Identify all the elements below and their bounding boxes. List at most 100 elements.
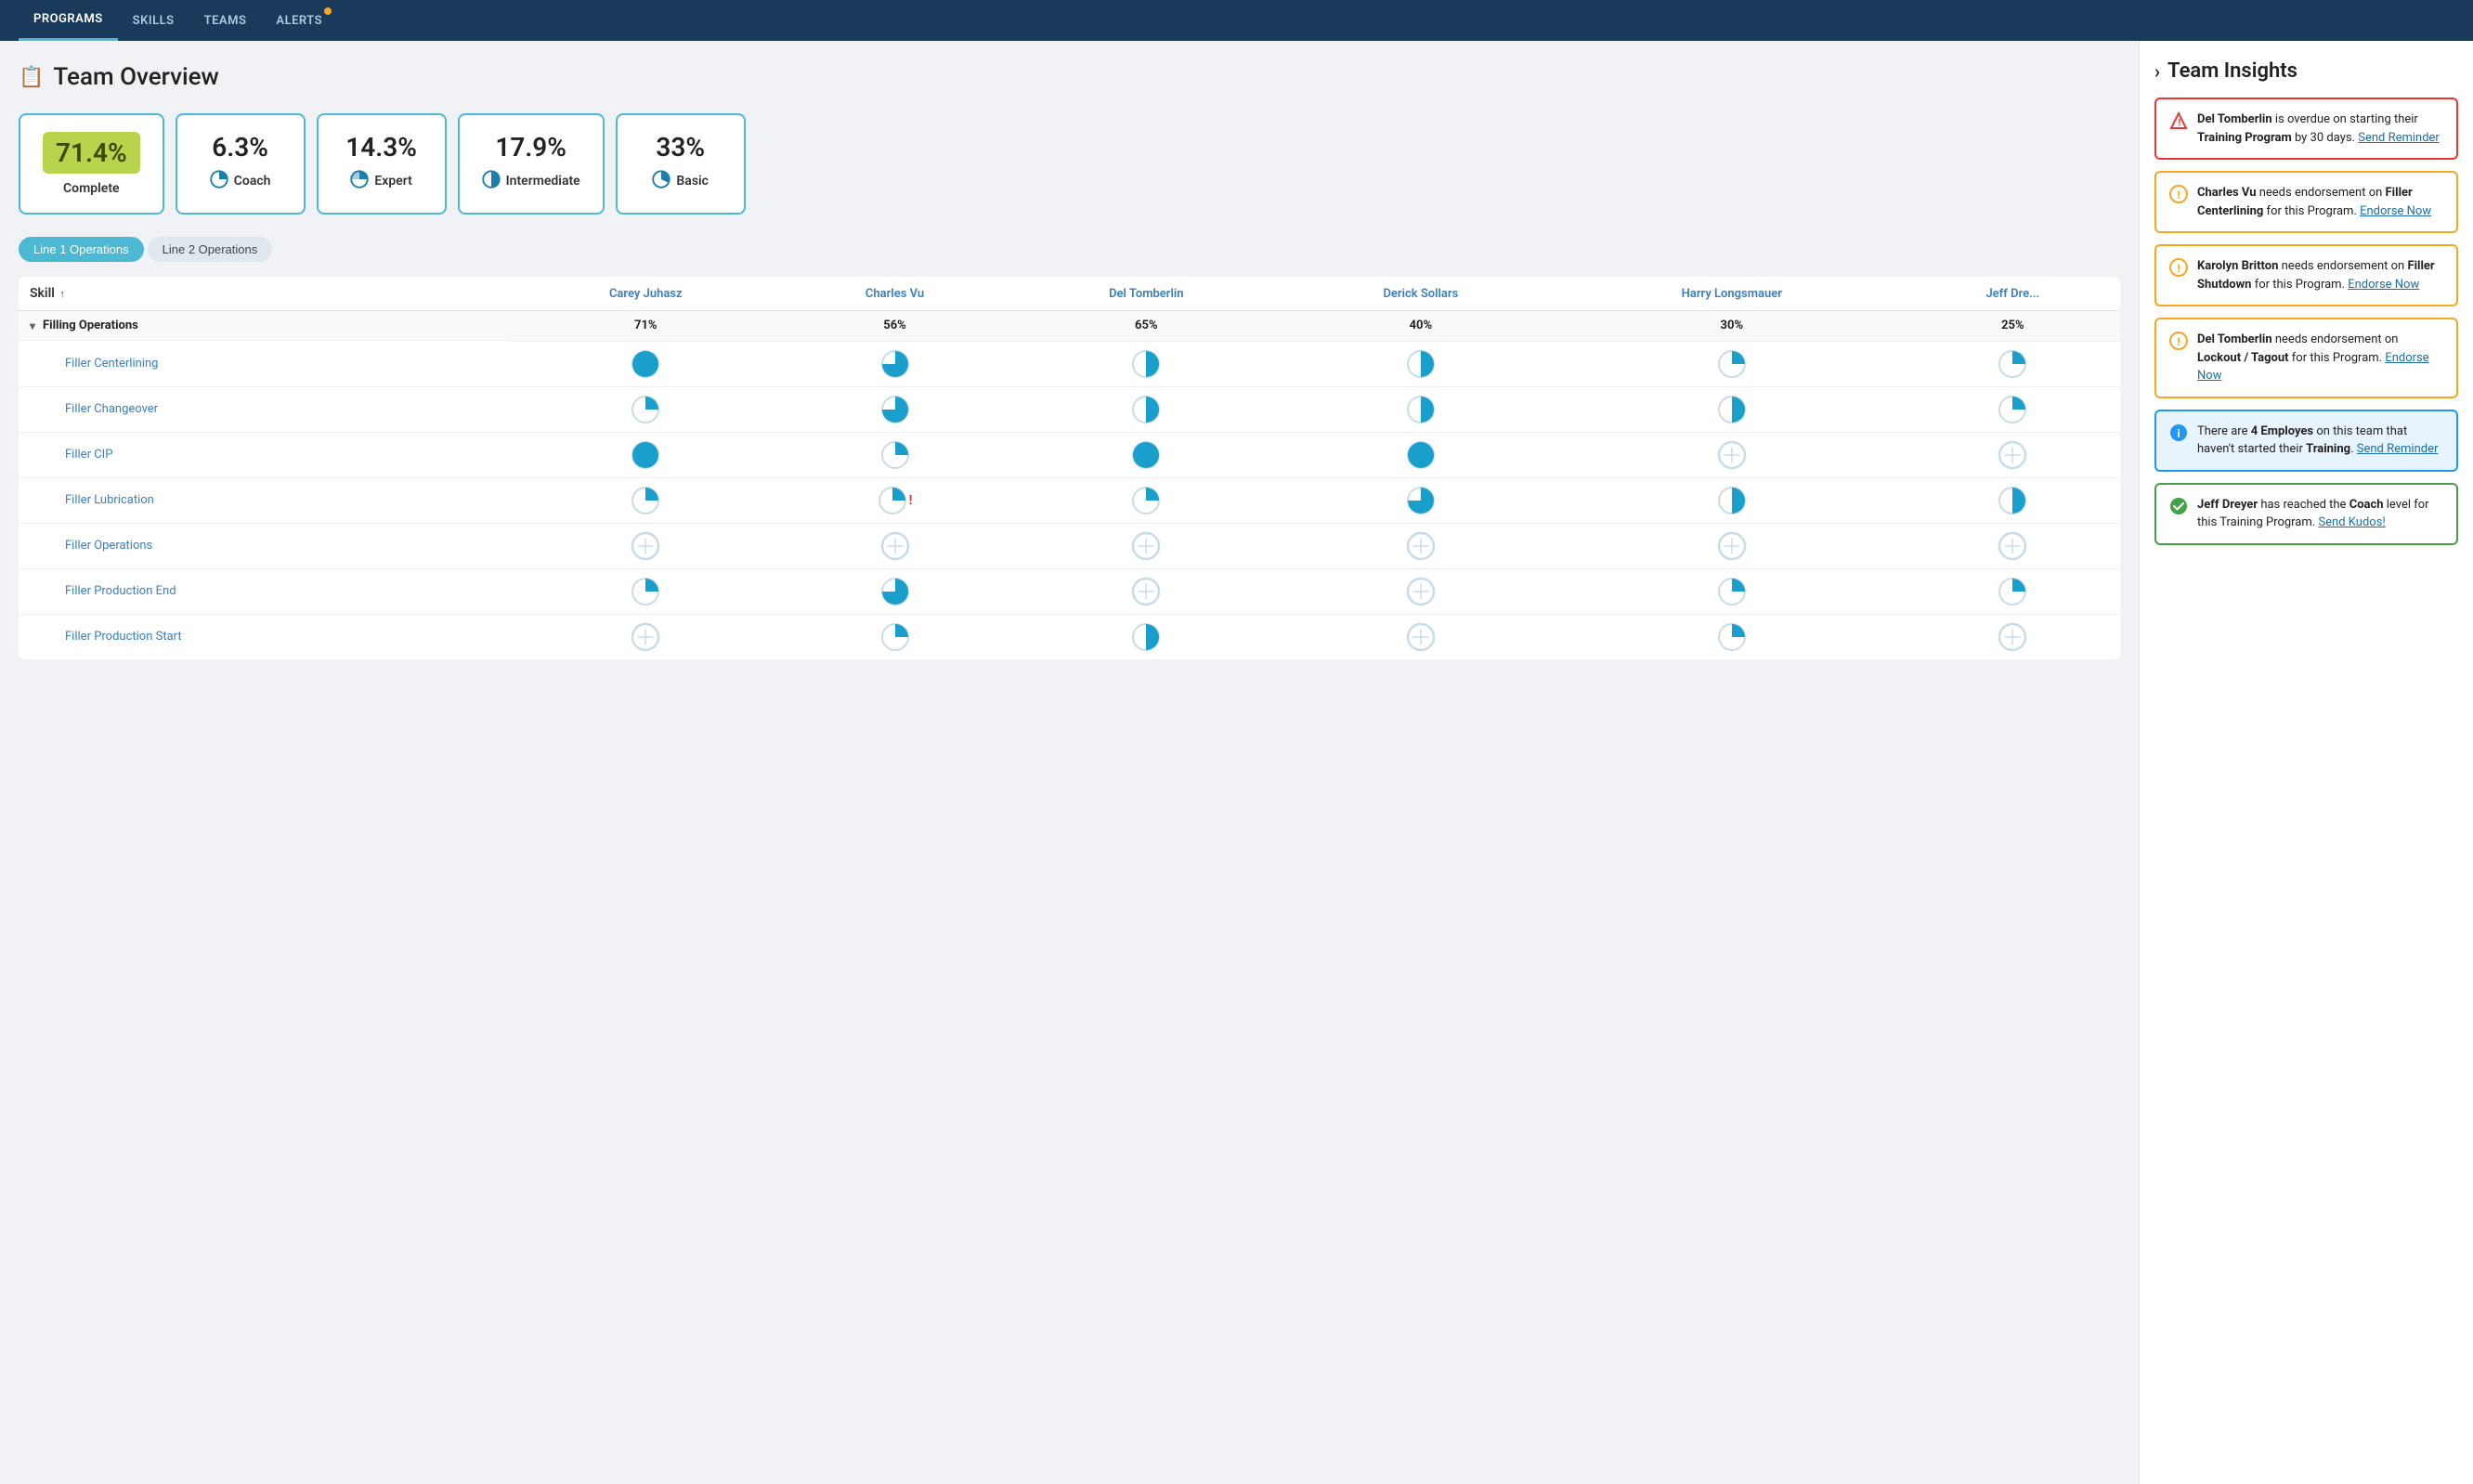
skill-cell-4[interactable] — [1558, 477, 1906, 523]
insight-link[interactable]: Send Reminder — [2357, 442, 2439, 456]
insight-text-2: Karolyn Britton needs endorsement on Fil… — [2197, 257, 2443, 293]
insight-icon-3: ! — [2169, 332, 2188, 358]
pie-wrap — [791, 577, 998, 606]
nav-programs[interactable]: PROGRAMS — [19, 0, 118, 41]
insight-icon-1: ! — [2169, 185, 2188, 211]
section-pct-0: 71% — [511, 311, 780, 342]
pie-wrap — [1569, 349, 1894, 379]
pie-wrap — [522, 440, 769, 470]
pie-wrap — [1295, 622, 1547, 652]
skill-cell-4[interactable] — [1558, 386, 1906, 432]
skill-cell-2[interactable] — [1009, 568, 1283, 614]
col-charles[interactable]: Charles Vu — [780, 277, 1009, 311]
skill-cell-0[interactable] — [511, 523, 780, 568]
coach-icon — [210, 170, 228, 192]
skill-cell-2[interactable] — [1009, 341, 1283, 386]
skill-name-cell[interactable]: Filler CIP — [19, 432, 511, 477]
skill-cell-4[interactable] — [1558, 523, 1906, 568]
stat-basic[interactable]: 33% Basic — [616, 113, 746, 215]
skill-cell-4[interactable] — [1558, 614, 1906, 659]
svg-text:!: ! — [2178, 335, 2180, 348]
col-derick[interactable]: Derick Sollars — [1283, 277, 1558, 311]
table-row: Filler Production End — [19, 568, 2120, 614]
skill-cell-4[interactable] — [1558, 568, 1906, 614]
skill-name-cell[interactable]: Filler Operations — [19, 523, 511, 568]
col-del[interactable]: Del Tomberlin — [1009, 277, 1283, 311]
right-panel: › Team Insights !Del Tomberlin is overdu… — [2139, 41, 2473, 1484]
skill-cell-1[interactable] — [780, 432, 1009, 477]
pie-wrap — [1917, 395, 2109, 424]
skill-name-cell[interactable]: Filler Lubrication — [19, 477, 511, 523]
skill-cell-5[interactable] — [1906, 386, 2120, 432]
skill-name-cell[interactable]: Filler Production End — [19, 568, 511, 614]
skill-cell-1[interactable] — [780, 386, 1009, 432]
skill-cell-4[interactable] — [1558, 341, 1906, 386]
insight-link[interactable]: Endorse Now — [2348, 278, 2419, 292]
section-pct-1: 56% — [780, 311, 1009, 342]
skill-cell-0[interactable] — [511, 386, 780, 432]
page-title-area: 📋 Team Overview — [19, 63, 2120, 91]
skill-cell-2[interactable] — [1009, 386, 1283, 432]
skill-name-cell[interactable]: Filler Production Start — [19, 614, 511, 659]
skill-cell-0[interactable] — [511, 614, 780, 659]
skill-cell-1[interactable]: ! — [780, 477, 1009, 523]
pie-wrap — [1569, 395, 1894, 424]
section-pct-5: 25% — [1906, 311, 2120, 342]
skill-cell-0[interactable] — [511, 341, 780, 386]
skill-cell-0[interactable] — [511, 432, 780, 477]
col-carey[interactable]: Carey Juhasz — [511, 277, 780, 311]
skill-cell-2[interactable] — [1009, 523, 1283, 568]
stat-complete[interactable]: 71.4% Complete — [19, 113, 164, 215]
pie-wrap — [1295, 531, 1547, 561]
insight-link[interactable]: Endorse Now — [2360, 204, 2431, 218]
nav-skills[interactable]: SKILLS — [118, 0, 189, 41]
skill-cell-3[interactable] — [1283, 614, 1558, 659]
stat-intermediate[interactable]: 17.9% Intermediate — [458, 113, 605, 215]
skill-cell-5[interactable] — [1906, 614, 2120, 659]
section-toggle[interactable]: ▾ — [30, 319, 35, 332]
skill-cell-0[interactable] — [511, 477, 780, 523]
skill-cell-2[interactable] — [1009, 477, 1283, 523]
insight-link[interactable]: Send Kudos! — [2318, 515, 2385, 529]
svg-text:i: i — [2178, 427, 2180, 440]
sort-arrow: ↑ — [59, 288, 65, 300]
skill-cell-3[interactable] — [1283, 523, 1558, 568]
skill-cell-1[interactable] — [780, 568, 1009, 614]
stat-intermediate-value: 17.9% — [495, 132, 566, 163]
tab-line1[interactable]: Line 1 Operations — [19, 237, 144, 262]
table-row: Filler Production Start — [19, 614, 2120, 659]
skill-cell-2[interactable] — [1009, 432, 1283, 477]
stat-expert[interactable]: 14.3% Expert — [317, 113, 447, 215]
skill-name-cell[interactable]: Filler Changeover — [19, 386, 511, 432]
skill-cell-4[interactable] — [1558, 432, 1906, 477]
table-row: Filler Changeover — [19, 386, 2120, 432]
stat-coach[interactable]: 6.3% Coach — [176, 113, 306, 215]
skill-name-cell[interactable]: Filler Centerlining — [19, 341, 511, 386]
skill-cell-5[interactable] — [1906, 568, 2120, 614]
col-harry[interactable]: Harry Longsmauer — [1558, 277, 1906, 311]
skill-cell-1[interactable] — [780, 614, 1009, 659]
skill-cell-5[interactable] — [1906, 477, 2120, 523]
skill-cell-3[interactable] — [1283, 386, 1558, 432]
svg-text:!: ! — [2179, 119, 2181, 129]
skill-cell-3[interactable] — [1283, 341, 1558, 386]
insight-link[interactable]: Send Reminder — [2358, 131, 2440, 145]
skill-cell-2[interactable] — [1009, 614, 1283, 659]
skill-cell-5[interactable] — [1906, 432, 2120, 477]
skill-cell-5[interactable] — [1906, 523, 2120, 568]
skill-cell-1[interactable] — [780, 523, 1009, 568]
skill-cell-5[interactable] — [1906, 341, 2120, 386]
pie-wrap — [1021, 531, 1272, 561]
nav-teams[interactable]: TEAMS — [189, 0, 262, 41]
pie-wrap — [791, 531, 998, 561]
skill-cell-3[interactable] — [1283, 432, 1558, 477]
col-jeff[interactable]: Jeff Dre... — [1906, 277, 2120, 311]
insight-text-4: There are 4 Employes on this team that h… — [2197, 423, 2443, 459]
col-skill[interactable]: Skill ↑ — [19, 277, 511, 311]
tab-line2[interactable]: Line 2 Operations — [148, 237, 273, 262]
nav-alerts[interactable]: ALERTS — [261, 0, 337, 41]
skill-cell-3[interactable] — [1283, 477, 1558, 523]
skill-cell-1[interactable] — [780, 341, 1009, 386]
skill-cell-0[interactable] — [511, 568, 780, 614]
skill-cell-3[interactable] — [1283, 568, 1558, 614]
